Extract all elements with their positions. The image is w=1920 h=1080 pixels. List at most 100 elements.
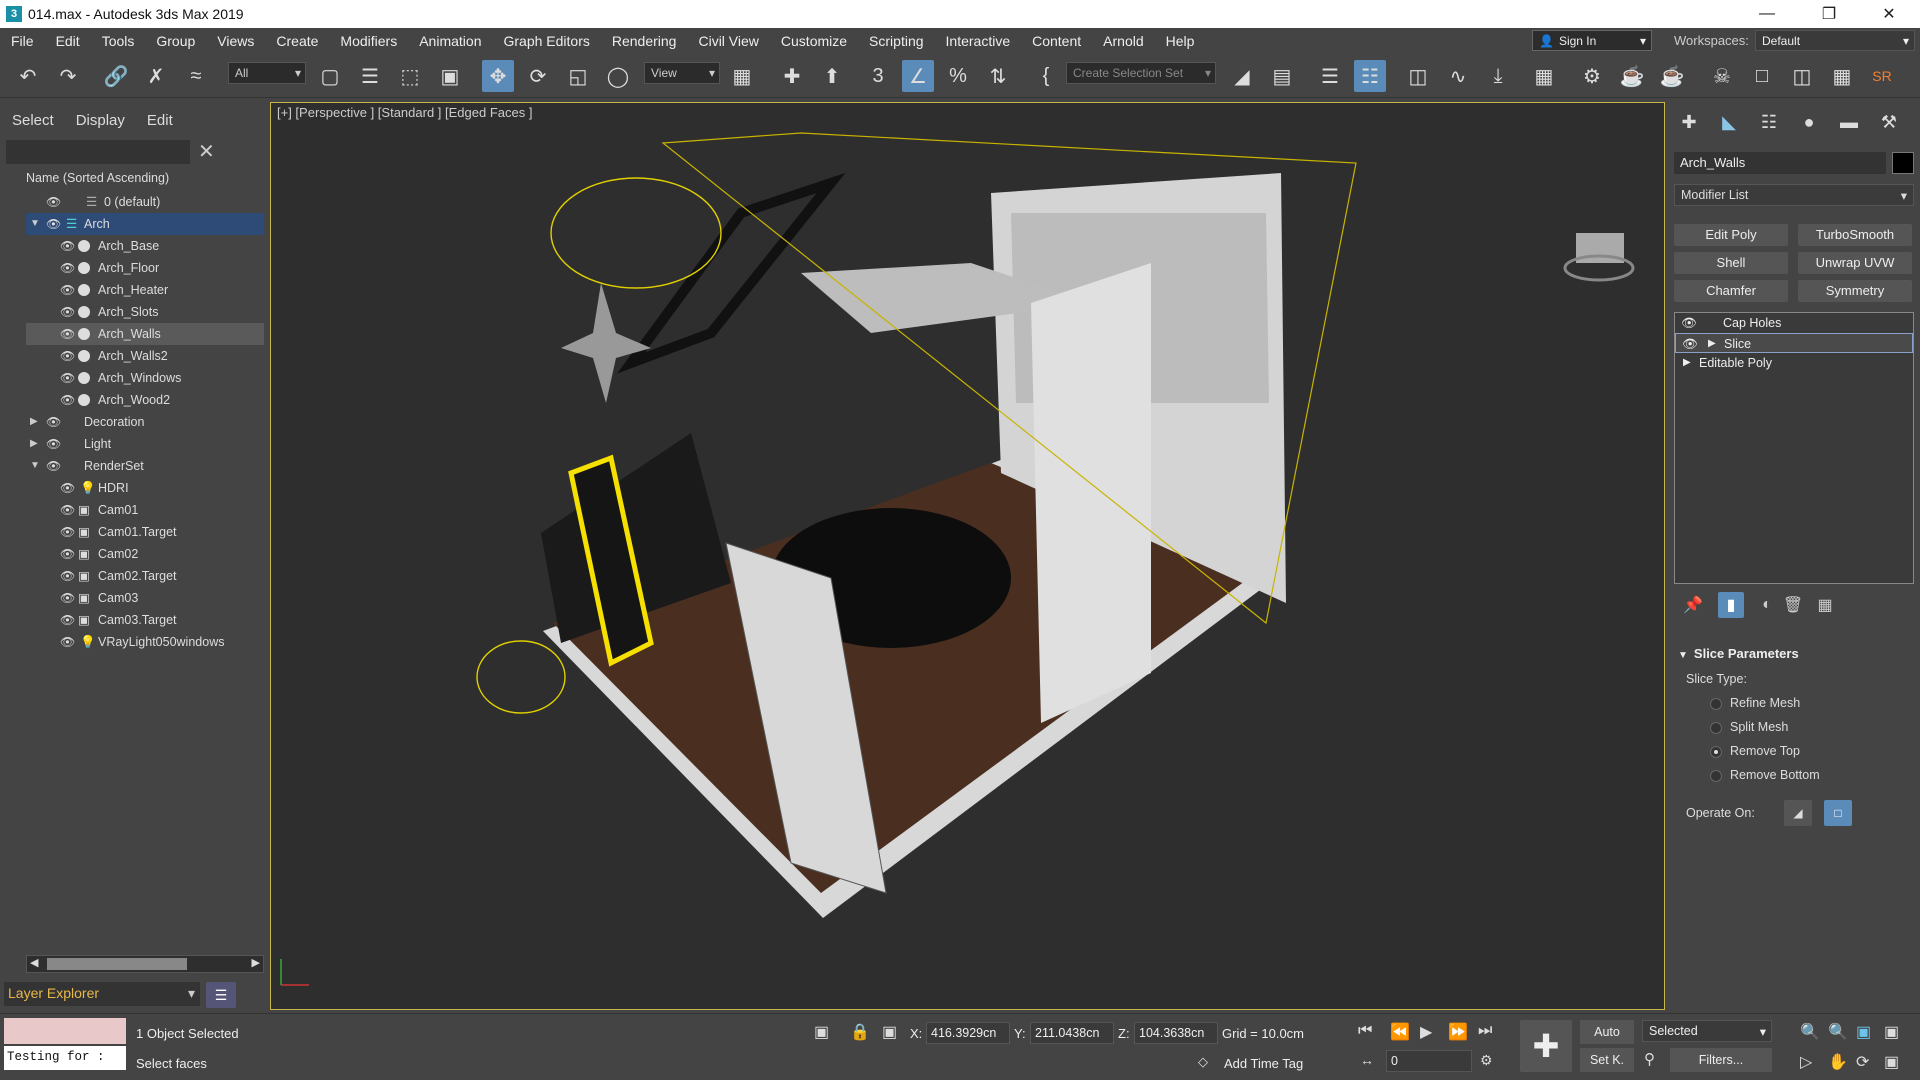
- remove-top-radio[interactable]: [1710, 746, 1722, 758]
- stack-item[interactable]: 👁 Cap Holes: [1675, 313, 1913, 333]
- menu-file[interactable]: File: [0, 28, 45, 54]
- unlink-icon[interactable]: ✗: [140, 60, 172, 92]
- bind-space-warp-icon[interactable]: ≈: [180, 60, 212, 92]
- explorer-menu-edit[interactable]: Edit: [147, 112, 173, 129]
- align-icon[interactable]: ▤: [1266, 60, 1298, 92]
- pan-view-icon[interactable]: ✋: [1828, 1052, 1848, 1072]
- list-item[interactable]: 👁 ▣ Cam01.Target: [26, 521, 264, 543]
- collapse-arrow-icon[interactable]: ▼: [30, 213, 40, 235]
- toggle-ribbon-icon[interactable]: ◫: [1402, 60, 1434, 92]
- split-mesh-radio[interactable]: [1710, 722, 1722, 734]
- visibility-eye-icon[interactable]: 👁: [60, 323, 75, 345]
- key-mode-icon[interactable]: ↔: [1360, 1052, 1374, 1068]
- pivot-center-icon[interactable]: ▦: [726, 60, 758, 92]
- placement-icon[interactable]: ◯: [602, 60, 634, 92]
- key-filter-dropdown[interactable]: Selected ▾: [1642, 1020, 1772, 1042]
- scrollbar-thumb[interactable]: [47, 958, 187, 970]
- curve-editor-icon[interactable]: ∿: [1442, 60, 1474, 92]
- go-to-end-icon[interactable]: ⏭: [1478, 1022, 1492, 1040]
- expand-arrow-icon[interactable]: ▶: [30, 411, 38, 433]
- visibility-eye-icon[interactable]: 👁: [1681, 313, 1697, 333]
- menu-create[interactable]: Create: [265, 28, 329, 54]
- hierarchy-tab-icon[interactable]: ☷: [1754, 108, 1784, 136]
- rollout-header[interactable]: ▼ Slice Parameters: [1674, 642, 1914, 661]
- list-item[interactable]: 👁 Arch_Slots: [26, 301, 264, 323]
- visibility-eye-icon[interactable]: 👁: [60, 235, 75, 257]
- visibility-eye-icon[interactable]: 👁: [60, 631, 75, 653]
- vray-icon[interactable]: ☠: [1706, 60, 1738, 92]
- play-icon[interactable]: ▶: [1420, 1022, 1432, 1042]
- list-item[interactable]: 👁 ▣ Cam02.Target: [26, 565, 264, 587]
- refine-mesh-radio[interactable]: [1710, 698, 1722, 710]
- percent-snap-icon[interactable]: %: [942, 60, 974, 92]
- make-unique-icon[interactable]: ◐: [1754, 592, 1780, 618]
- list-item[interactable]: 👁 Arch_Walls2: [26, 345, 264, 367]
- list-item[interactable]: ▶ 👁 Light: [26, 433, 264, 455]
- list-item[interactable]: ▼ 👁 ☰ Arch: [26, 213, 264, 235]
- orbit-icon[interactable]: ⟳: [1856, 1052, 1869, 1072]
- angle-snap-icon[interactable]: ∠: [902, 60, 934, 92]
- list-item[interactable]: 👁 Arch_Heater: [26, 279, 264, 301]
- create-tab-icon[interactable]: ✚: [1674, 108, 1704, 136]
- menu-modifiers[interactable]: Modifiers: [329, 28, 408, 54]
- add-time-tag[interactable]: Add Time Tag: [1224, 1056, 1303, 1071]
- scroll-left-icon[interactable]: ◀: [30, 956, 38, 969]
- time-configuration-icon[interactable]: ⚙: [1480, 1052, 1493, 1069]
- object-color-swatch[interactable]: [1892, 152, 1914, 174]
- render-setup-icon[interactable]: ⚙: [1576, 60, 1608, 92]
- visibility-eye-icon[interactable]: 👁: [46, 213, 61, 235]
- absolute-mode-icon[interactable]: ▣: [882, 1022, 897, 1042]
- visibility-eye-icon[interactable]: 👁: [46, 455, 61, 477]
- expand-arrow-icon[interactable]: ▶: [30, 433, 38, 455]
- close-button[interactable]: ✕: [1866, 0, 1912, 28]
- object-name-field[interactable]: Arch_Walls: [1674, 152, 1886, 174]
- list-item[interactable]: 👁 Arch_Wood2: [26, 389, 264, 411]
- menu-group[interactable]: Group: [145, 28, 206, 54]
- select-by-name-icon[interactable]: ☰: [354, 60, 386, 92]
- pin-stack-icon[interactable]: 📌: [1680, 592, 1706, 618]
- list-item[interactable]: 👁 ☰ 0 (default): [26, 191, 264, 213]
- selection-lock-icon[interactable]: 🔒: [850, 1022, 870, 1042]
- zoom-icon[interactable]: 🔍: [1800, 1022, 1820, 1042]
- rendered-frame-window-icon[interactable]: ☕: [1616, 60, 1648, 92]
- operate-on-faces-button[interactable]: □: [1824, 800, 1852, 826]
- select-and-move-icon[interactable]: ✥: [482, 60, 514, 92]
- expand-arrow-icon[interactable]: ▶: [1708, 334, 1716, 354]
- menu-graph-editors[interactable]: Graph Editors: [492, 28, 600, 54]
- vray-lights-icon[interactable]: ▦: [1826, 60, 1858, 92]
- redo-icon[interactable]: ↷: [52, 60, 84, 92]
- modify-tab-icon[interactable]: ◣: [1714, 108, 1744, 136]
- list-item[interactable]: ▶ 👁 Decoration: [26, 411, 264, 433]
- workspace-dropdown[interactable]: Default ▾: [1755, 30, 1915, 51]
- menu-animation[interactable]: Animation: [408, 28, 492, 54]
- stack-item[interactable]: 👁 ▶ Slice: [1675, 333, 1913, 353]
- visibility-eye-icon[interactable]: 👁: [60, 389, 75, 411]
- menu-customize[interactable]: Customize: [770, 28, 858, 54]
- mirror-icon[interactable]: ◢: [1226, 60, 1258, 92]
- stack-item[interactable]: ▶ Editable Poly: [1675, 353, 1913, 373]
- next-frame-icon[interactable]: ⏩: [1448, 1022, 1468, 1042]
- list-item[interactable]: 👁 ▣ Cam03.Target: [26, 609, 264, 631]
- schematic-view-icon[interactable]: ⤓: [1482, 60, 1514, 92]
- time-tag-icon[interactable]: ◇: [1198, 1054, 1208, 1070]
- explorer-menu-select[interactable]: Select: [12, 112, 54, 129]
- zoom-extents-all-icon[interactable]: ▣: [1884, 1022, 1899, 1042]
- chamfer-button[interactable]: Chamfer: [1674, 280, 1788, 302]
- auto-key-button[interactable]: Auto: [1580, 1020, 1634, 1044]
- visibility-eye-icon[interactable]: 👁: [60, 345, 75, 367]
- list-item[interactable]: 👁 ▣ Cam01: [26, 499, 264, 521]
- list-item[interactable]: 👁 Arch_Walls: [26, 323, 264, 345]
- maximize-button[interactable]: ❐: [1806, 0, 1852, 28]
- list-item[interactable]: 👁 Arch_Windows: [26, 367, 264, 389]
- visibility-eye-icon[interactable]: 👁: [60, 279, 75, 301]
- sign-in-dropdown[interactable]: 👤 Sign In ▾: [1532, 30, 1652, 51]
- menu-edit[interactable]: Edit: [45, 28, 91, 54]
- remove-bottom-radio[interactable]: [1710, 770, 1722, 782]
- perspective-viewport[interactable]: [+] [Perspective ] [Standard ] [Edged Fa…: [270, 102, 1665, 1010]
- menu-rendering[interactable]: Rendering: [601, 28, 688, 54]
- set-key-button[interactable]: Set K.: [1580, 1048, 1634, 1072]
- maximize-viewport-icon[interactable]: ▣: [1884, 1052, 1899, 1072]
- visibility-eye-icon[interactable]: 👁: [60, 499, 75, 521]
- visibility-eye-icon[interactable]: 👁: [60, 367, 75, 389]
- key-filters-button[interactable]: Filters...: [1670, 1048, 1772, 1072]
